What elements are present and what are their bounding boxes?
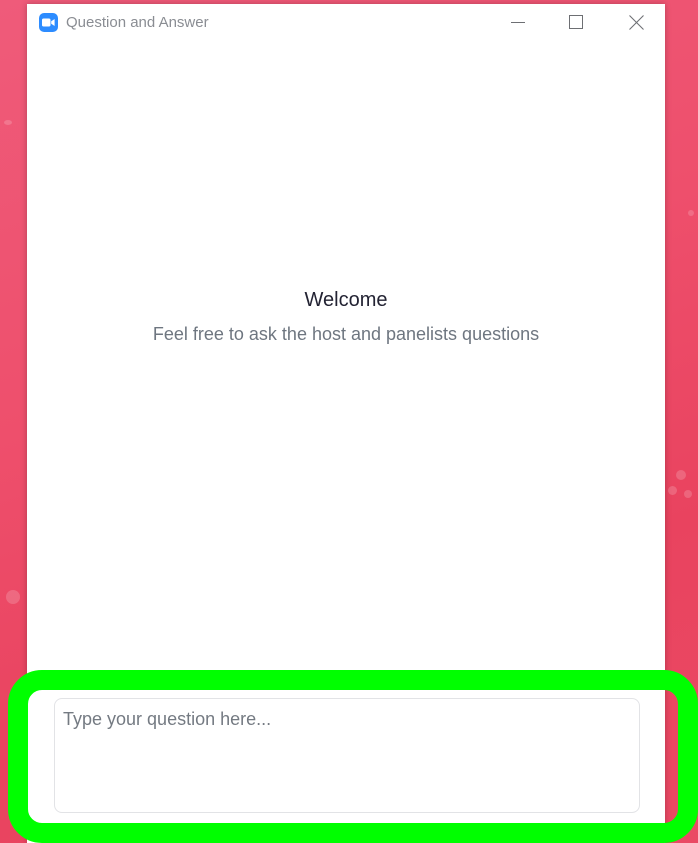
title-bar[interactable]: Question and Answer: [27, 4, 665, 42]
maximize-button[interactable]: [553, 4, 599, 40]
maximize-icon: [569, 15, 583, 29]
zoom-camera-icon: [39, 13, 58, 32]
close-icon: [628, 14, 644, 30]
question-input[interactable]: [55, 699, 639, 812]
bokeh-dot: [688, 210, 694, 216]
welcome-subtitle: Feel free to ask the host and panelists …: [152, 324, 540, 344]
bokeh-dot: [4, 120, 12, 125]
bokeh-dot: [684, 490, 692, 498]
minimize-button[interactable]: [495, 4, 541, 40]
window-title: Question and Answer: [66, 14, 209, 31]
welcome-title: Welcome: [304, 289, 388, 311]
close-button[interactable]: [613, 4, 659, 40]
question-input-box[interactable]: [54, 698, 640, 813]
bokeh-dot: [676, 470, 686, 480]
bokeh-dot: [6, 590, 20, 604]
minimize-icon: [511, 22, 525, 23]
bokeh-dot: [668, 486, 677, 495]
